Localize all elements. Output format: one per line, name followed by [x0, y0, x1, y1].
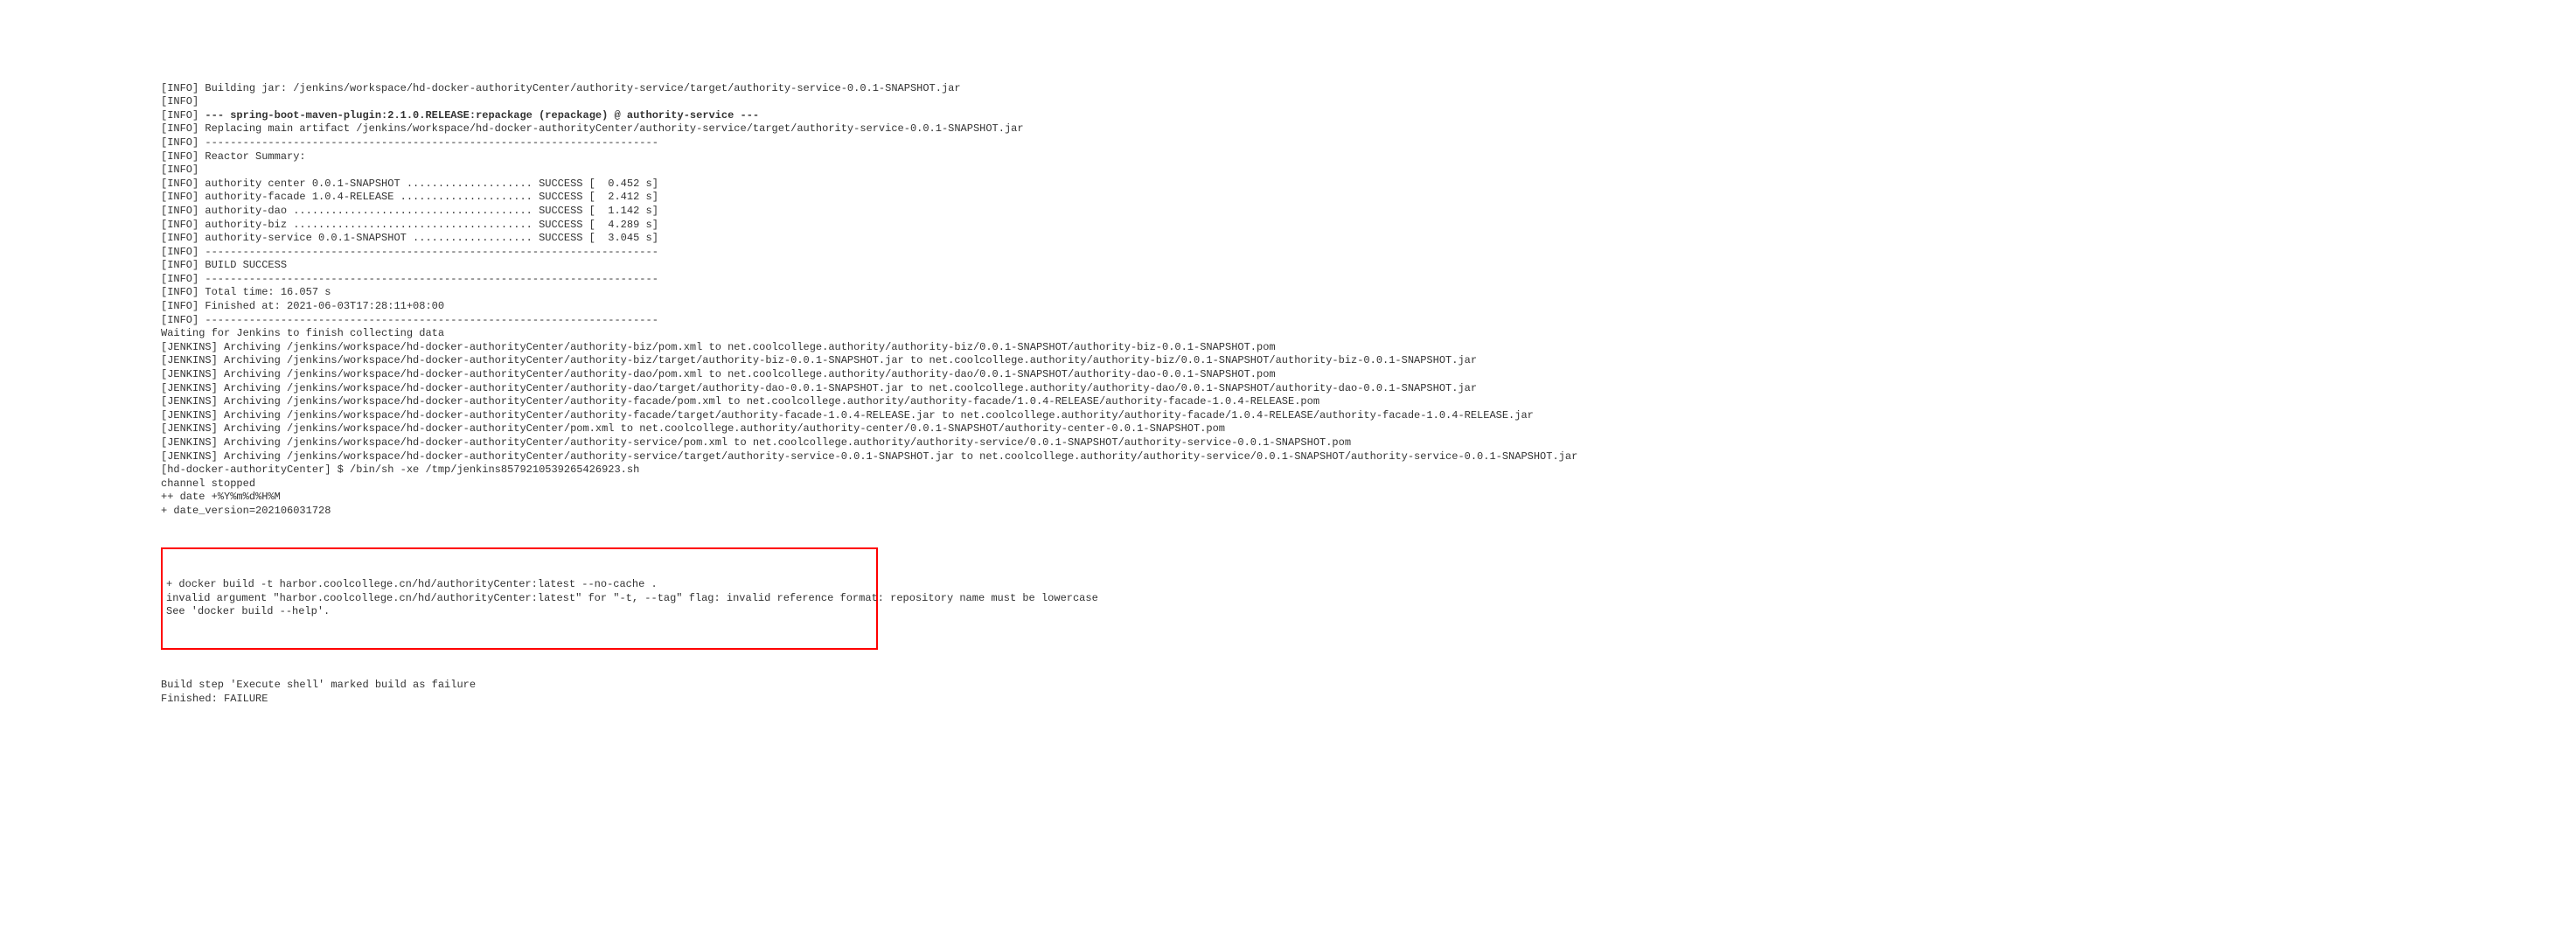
- console-line: [JENKINS] Archiving /jenkins/workspace/h…: [161, 354, 2576, 368]
- console-line: [INFO] Finished at: 2021-06-03T17:28:11+…: [161, 300, 2576, 314]
- console-line: [JENKINS] Archiving /jenkins/workspace/h…: [161, 436, 2576, 450]
- console-line: [INFO] authority-service 0.0.1-SNAPSHOT …: [161, 232, 2576, 246]
- console-line: [INFO] BUILD SUCCESS: [161, 259, 2576, 273]
- jenkins-console-output: [INFO] Building jar: /jenkins/workspace/…: [161, 54, 2576, 720]
- console-line: [INFO] authority-dao ...................…: [161, 205, 2576, 219]
- console-line: [INFO]: [161, 95, 2576, 109]
- console-line: channel stopped: [161, 477, 2576, 491]
- console-line: [JENKINS] Archiving /jenkins/workspace/h…: [161, 368, 2576, 382]
- console-line: [INFO] ---------------------------------…: [161, 314, 2576, 328]
- console-line: [INFO] authority-biz ...................…: [161, 219, 2576, 233]
- console-line: [hd-docker-authorityCenter] $ /bin/sh -x…: [161, 464, 2576, 477]
- console-line: [INFO] Building jar: /jenkins/workspace/…: [161, 82, 2576, 96]
- console-line: [INFO] Reactor Summary:: [161, 150, 2576, 164]
- console-line: [INFO] authority center 0.0.1-SNAPSHOT .…: [161, 178, 2576, 192]
- console-line: [INFO] ---------------------------------…: [161, 136, 2576, 150]
- console-line: Build step 'Execute shell' marked build …: [161, 679, 2576, 693]
- console-line: [INFO] ---------------------------------…: [161, 246, 2576, 260]
- console-line: ++ date +%Y%m%d%H%M: [161, 491, 2576, 505]
- console-lines: [INFO] Building jar: /jenkins/workspace/…: [161, 82, 2576, 519]
- console-line: [JENKINS] Archiving /jenkins/workspace/h…: [161, 409, 2576, 423]
- error-line: See 'docker build --help'.: [166, 605, 873, 619]
- error-line: + docker build -t harbor.coolcollege.cn/…: [166, 578, 873, 592]
- console-line: + date_version=202106031728: [161, 505, 2576, 519]
- console-line: [INFO] ---------------------------------…: [161, 273, 2576, 287]
- console-line: Finished: FAILURE: [161, 693, 2576, 707]
- console-line: [INFO]: [161, 164, 2576, 178]
- console-line: [JENKINS] Archiving /jenkins/workspace/h…: [161, 422, 2576, 436]
- footer-lines: Build step 'Execute shell' marked build …: [161, 679, 2576, 706]
- error-line: invalid argument "harbor.coolcollege.cn/…: [166, 592, 873, 606]
- console-line-bold: --- spring-boot-maven-plugin:2.1.0.RELEA…: [205, 109, 759, 122]
- console-line: [JENKINS] Archiving /jenkins/workspace/h…: [161, 395, 2576, 409]
- console-line: [JENKINS] Archiving /jenkins/workspace/h…: [161, 341, 2576, 355]
- console-line: [INFO] Replacing main artifact /jenkins/…: [161, 122, 2576, 136]
- console-line: [JENKINS] Archiving /jenkins/workspace/h…: [161, 382, 2576, 396]
- console-line: [INFO] --- spring-boot-maven-plugin:2.1.…: [161, 109, 2576, 123]
- error-highlight-box: + docker build -t harbor.coolcollege.cn/…: [161, 547, 878, 650]
- console-line: Waiting for Jenkins to finish collecting…: [161, 327, 2576, 341]
- console-line: [INFO] Total time: 16.057 s: [161, 286, 2576, 300]
- console-line: [JENKINS] Archiving /jenkins/workspace/h…: [161, 450, 2576, 464]
- error-lines: + docker build -t harbor.coolcollege.cn/…: [166, 578, 873, 619]
- console-line: [INFO] authority-facade 1.0.4-RELEASE ..…: [161, 191, 2576, 205]
